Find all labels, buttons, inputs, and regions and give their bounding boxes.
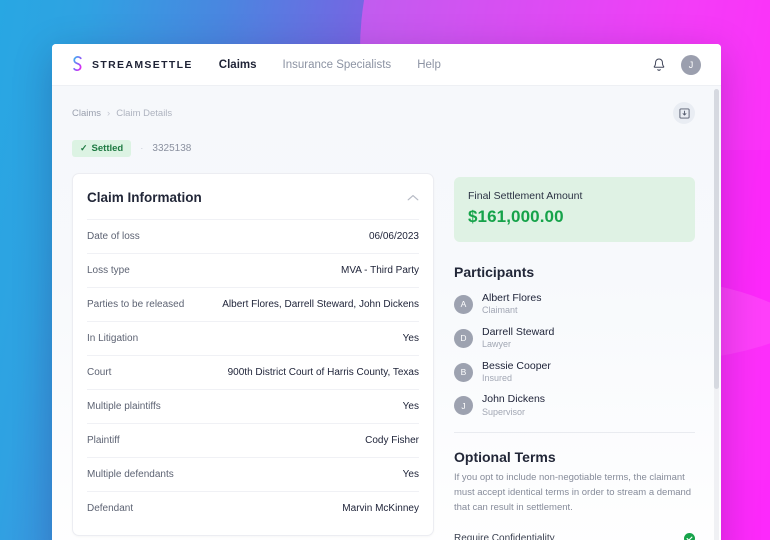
info-value: Albert Flores, Darrell Steward, John Dic…: [222, 299, 419, 310]
brand-logo[interactable]: STREAMSETTLE: [70, 54, 193, 75]
status-row: ✓ Settled · 3325138: [72, 140, 695, 157]
nav-links: Claims Insurance Specialists Help: [219, 59, 441, 71]
streamsettle-s-logo-icon: [73, 54, 82, 75]
participant-info: Bessie Cooper Insured: [482, 360, 551, 385]
participant-info: John Dickens Supervisor: [482, 393, 545, 418]
table-row: Loss type MVA - Third Party: [87, 253, 419, 287]
nav-right-actions: J: [651, 54, 701, 75]
claim-information-header[interactable]: Claim Information: [87, 174, 419, 219]
participant-name: John Dickens: [482, 393, 546, 406]
content-columns: Claim Information Date of loss 06/06/202…: [72, 173, 695, 540]
nav-item-insurance-specialists[interactable]: Insurance Specialists: [283, 59, 392, 71]
info-label: Court: [87, 367, 112, 378]
app-window: STREAMSETTLE Claims Insurance Specialist…: [52, 44, 721, 540]
avatar: B: [454, 362, 473, 382]
list-item: A Albert Flores Claimant: [454, 292, 695, 317]
check-circle-icon: [684, 533, 695, 540]
table-row: In Litigation Yes: [87, 321, 419, 355]
info-value: Cody Fisher: [365, 435, 419, 446]
check-icon: ✓: [80, 143, 88, 153]
info-label: Date of loss: [87, 231, 140, 242]
claim-number: 3325138: [152, 143, 192, 154]
breadcrumb: Claims › Claim Details: [72, 102, 695, 124]
info-label: Loss type: [87, 265, 130, 276]
table-row: Court 900th District Court of Harris Cou…: [87, 355, 419, 389]
avatar: A: [454, 294, 473, 314]
user-avatar[interactable]: J: [681, 54, 701, 75]
info-value: Yes: [402, 401, 419, 412]
nav-item-claims[interactable]: Claims: [219, 59, 257, 71]
avatar: J: [454, 396, 473, 416]
table-row: Date of loss 06/06/2023: [87, 219, 419, 253]
settlement-amount: $161,000.00: [468, 207, 564, 226]
table-row: Multiple defendants Yes: [87, 457, 419, 491]
info-value: Yes: [402, 469, 419, 480]
scrollbar-thumb[interactable]: [714, 89, 719, 389]
info-label: Parties to be released: [87, 299, 185, 310]
participants-title: Participants: [454, 264, 535, 280]
participant-role: Claimant: [482, 305, 518, 316]
left-column: Claim Information Date of loss 06/06/202…: [72, 173, 434, 540]
final-settlement-panel: Final Settlement Amount $161,000.00: [454, 177, 695, 242]
optional-terms-description: If you opt to include non-negotiable ter…: [454, 472, 692, 513]
breadcrumb-claims[interactable]: Claims: [72, 108, 101, 119]
avatar: D: [454, 328, 473, 348]
status-badge-label: Settled: [91, 143, 124, 154]
page-scroll-area: Claims › Claim Details ✓ Settled · 33251…: [52, 86, 715, 540]
participant-name: Bessie Cooper: [482, 359, 551, 372]
term-row-confidentiality[interactable]: Require Confidentiality: [454, 528, 695, 540]
breadcrumb-separator: ›: [107, 107, 111, 119]
term-label: Require Confidentiality: [454, 533, 555, 540]
claim-information-title: Claim Information: [87, 190, 202, 205]
claim-information-card: Claim Information Date of loss 06/06/202…: [72, 173, 434, 536]
optional-terms-title: Optional Terms: [454, 449, 556, 466]
participant-role: Lawyer: [482, 338, 512, 349]
info-label: Multiple defendants: [87, 469, 174, 480]
divider: [454, 432, 695, 434]
info-label: Plaintiff: [87, 435, 120, 446]
info-label: Defendant: [87, 503, 134, 514]
info-value: 06/06/2023: [368, 231, 419, 242]
right-column: Final Settlement Amount $161,000.00 Part…: [454, 173, 695, 540]
export-button[interactable]: [673, 102, 695, 124]
info-label: Multiple plaintiffs: [87, 401, 161, 412]
bell-icon[interactable]: [651, 57, 667, 73]
list-item: J John Dickens Supervisor: [454, 393, 695, 418]
participant-info: Darrell Steward Lawyer: [482, 326, 554, 351]
status-badge: ✓ Settled: [72, 140, 132, 157]
table-row: Parties to be released Albert Flores, Da…: [87, 287, 419, 321]
nav-item-help[interactable]: Help: [417, 59, 441, 71]
vertical-scrollbar[interactable]: [714, 89, 719, 540]
participant-name: Darrell Steward: [482, 325, 555, 338]
table-row: Defendant Marvin McKinney: [87, 491, 419, 525]
card-bottom-padding: [87, 525, 419, 535]
list-item: B Bessie Cooper Insured: [454, 360, 695, 385]
chevron-up-icon[interactable]: [407, 194, 419, 202]
participant-role: Supervisor: [482, 406, 526, 417]
info-label: In Litigation: [87, 333, 139, 344]
info-value: Marvin McKinney: [342, 503, 419, 514]
info-value: Yes: [402, 333, 419, 344]
participant-name: Albert Flores: [482, 292, 542, 304]
table-row: Plaintiff Cody Fisher: [87, 423, 419, 457]
info-value: 900th District Court of Harris County, T…: [227, 367, 419, 378]
participant-info: Albert Flores Claimant: [482, 292, 542, 317]
top-navigation-bar: STREAMSETTLE Claims Insurance Specialist…: [52, 44, 721, 86]
brand-name: STREAMSETTLE: [92, 58, 193, 71]
card-gap: [72, 536, 434, 540]
status-separator: ·: [140, 143, 144, 154]
participant-role: Insured: [482, 372, 513, 383]
breadcrumb-claim-details: Claim Details: [116, 107, 173, 119]
page-body: Claims › Claim Details ✓ Settled · 33251…: [52, 86, 721, 540]
download-box-icon: [678, 107, 690, 119]
info-value: MVA - Third Party: [341, 265, 419, 276]
table-row: Multiple plaintiffs Yes: [87, 389, 419, 423]
settlement-label: Final Settlement Amount: [468, 190, 583, 202]
list-item: D Darrell Steward Lawyer: [454, 326, 695, 351]
